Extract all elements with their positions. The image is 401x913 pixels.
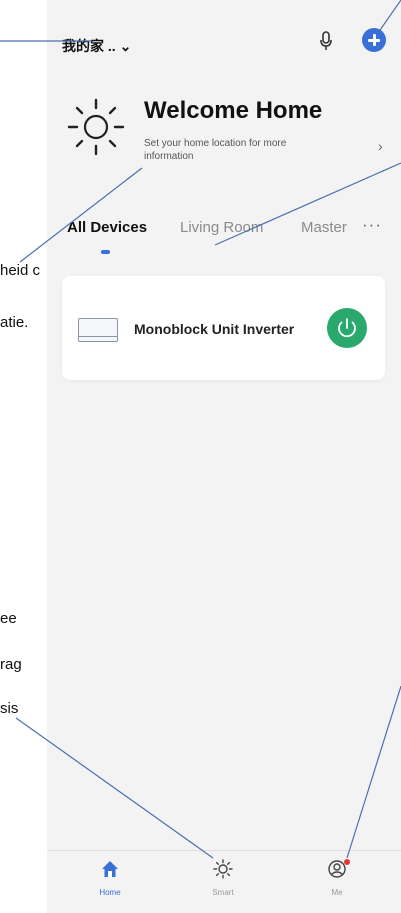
home-name: 我的家 .. [62, 38, 116, 54]
nav-smart-label: Smart [212, 888, 234, 897]
set-location-link[interactable]: Set your home location for more informat… [144, 137, 334, 163]
microphone-icon[interactable] [318, 30, 334, 52]
chevron-down-icon: ⌄ [119, 38, 132, 54]
nav-smart[interactable]: Smart [188, 859, 258, 897]
plus-circle-icon[interactable] [362, 28, 386, 52]
tab-master[interactable]: Master [301, 219, 347, 236]
chevron-right-icon[interactable]: › [378, 138, 383, 154]
power-icon [338, 318, 356, 338]
annotation-fragment: rag [0, 656, 22, 673]
nav-me[interactable]: Me [302, 859, 372, 897]
device-name: Monoblock Unit Inverter [134, 321, 295, 337]
notification-badge [344, 859, 350, 865]
annotation-fragment: sis [0, 700, 19, 717]
bottom-nav: Home Smart Me [47, 850, 401, 913]
tab-living-room[interactable]: Living Room [180, 219, 263, 236]
nav-home-label: Home [99, 888, 121, 897]
annotation-fragment: atie. [0, 314, 29, 331]
power-button[interactable] [327, 308, 367, 348]
active-tab-indicator [101, 250, 110, 254]
sun-icon [67, 98, 125, 156]
tab-all-devices[interactable]: All Devices [67, 219, 147, 236]
nav-home[interactable]: Home [75, 859, 145, 897]
more-tabs-icon[interactable]: ··· [362, 215, 382, 235]
smart-sun-icon [213, 859, 233, 879]
air-conditioner-icon [78, 318, 118, 342]
annotation-fragment: ee [0, 610, 17, 627]
annotation-fragment: heid c [0, 262, 41, 279]
nav-me-label: Me [331, 888, 343, 897]
welcome-title: Welcome Home [144, 97, 323, 124]
home-selector[interactable]: 我的家 .. ⌄ [62, 36, 131, 56]
home-icon [102, 861, 118, 877]
device-card[interactable]: Monoblock Unit Inverter [62, 276, 385, 380]
